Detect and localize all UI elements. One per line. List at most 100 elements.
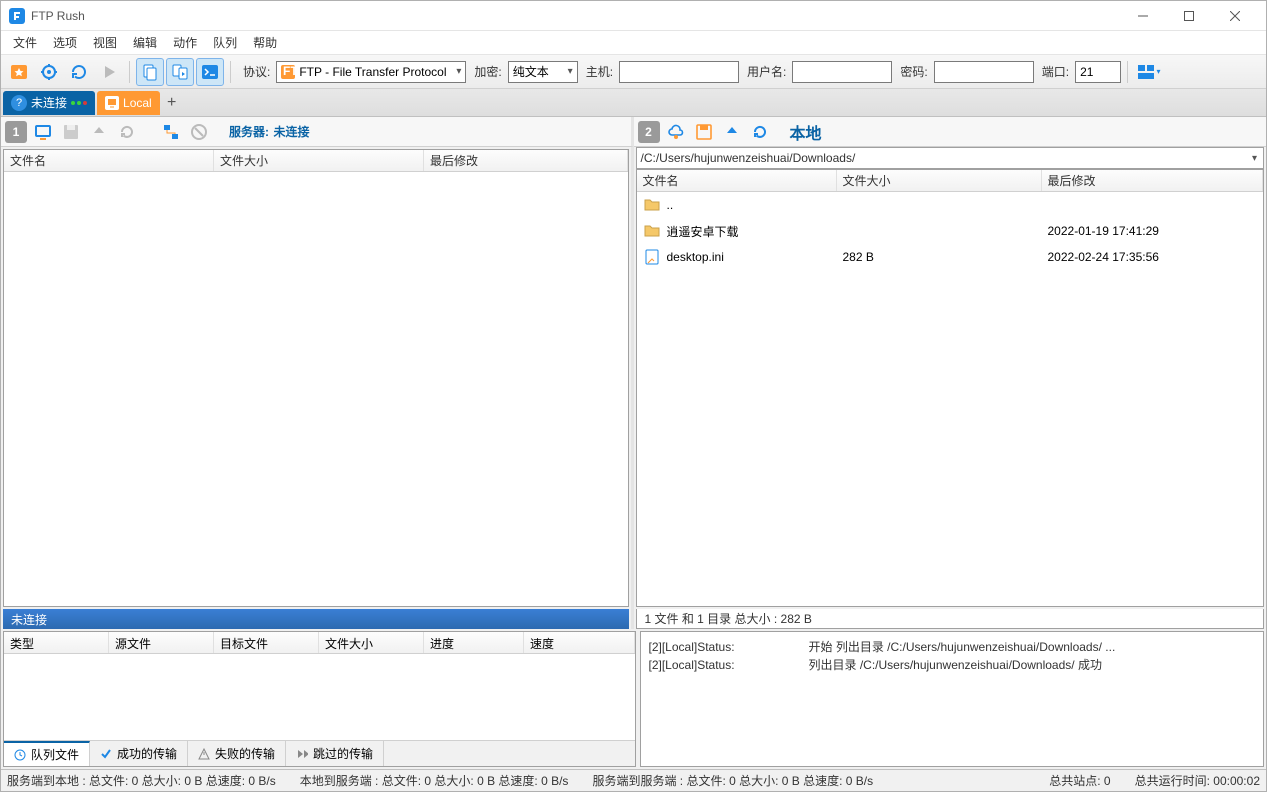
user-input[interactable] xyxy=(792,61,892,83)
queue-tabs: 队列文件 成功的传输 失败的传输 跳过的传输 xyxy=(4,740,635,766)
col-mod[interactable]: 最后修改 xyxy=(424,150,628,171)
qcol-size[interactable]: 文件大小 xyxy=(319,632,424,653)
right-file-list: 文件名 文件大小 最后修改 ..逍遥安卓下载2022-01-19 17:41:2… xyxy=(636,169,1265,607)
tab-local[interactable]: Local xyxy=(97,91,160,115)
qcol-src[interactable]: 源文件 xyxy=(109,632,214,653)
pane-number-2: 2 xyxy=(638,121,660,143)
svg-text:FTP: FTP xyxy=(283,65,295,78)
up-icon[interactable] xyxy=(87,120,111,144)
bottom-area: 类型 源文件 目标文件 文件大小 进度 速度 队列文件 成功的传输 失败的传输 … xyxy=(1,629,1266,769)
close-button[interactable] xyxy=(1212,1,1258,31)
tab-not-connected[interactable]: ? 未连接 xyxy=(3,91,95,115)
window-title: FTP Rush xyxy=(31,9,1120,23)
password-input[interactable] xyxy=(934,61,1034,83)
right-pane: /C:/Users/hujunwenzeishuai/Downloads/ 文件… xyxy=(634,147,1267,629)
status-l2s: 本地到服务端 : 总文件: 0 总大小: 0 B 总速度: 0 B/s xyxy=(300,772,569,789)
menu-options[interactable]: 选项 xyxy=(45,31,85,54)
right-list-header: 文件名 文件大小 最后修改 xyxy=(637,170,1264,192)
left-pane-title: 服务器: 未连接 xyxy=(229,123,309,141)
qcol-prog[interactable]: 进度 xyxy=(424,632,524,653)
terminal-button[interactable] xyxy=(196,58,224,86)
qcol-dst[interactable]: 目标文件 xyxy=(214,632,319,653)
cloud-icon[interactable] xyxy=(664,120,688,144)
sync-button[interactable] xyxy=(166,58,194,86)
save-icon[interactable] xyxy=(59,120,83,144)
play-button[interactable] xyxy=(95,58,123,86)
right-pane-title: 本地 xyxy=(790,120,822,144)
reload-icon[interactable] xyxy=(115,120,139,144)
status-s2l: 服务端到本地 : 总文件: 0 总大小: 0 B 总速度: 0 B/s xyxy=(7,772,276,789)
queue-box: 类型 源文件 目标文件 文件大小 进度 速度 队列文件 成功的传输 失败的传输 … xyxy=(3,631,636,767)
left-list-body[interactable] xyxy=(4,172,628,606)
menu-edit[interactable]: 编辑 xyxy=(125,31,165,54)
qtab-failed[interactable]: 失败的传输 xyxy=(188,741,286,766)
qtab-success[interactable]: 成功的传输 xyxy=(90,741,188,766)
encrypt-value: 纯文本 xyxy=(513,63,549,80)
right-summary: 1 文件 和 1 目录 总大小 : 282 B xyxy=(636,609,1265,629)
toolbar-sep xyxy=(230,61,231,83)
favorites-button[interactable] xyxy=(5,58,33,86)
qcol-speed[interactable]: 速度 xyxy=(524,632,635,653)
qtab-queue[interactable]: 队列文件 xyxy=(4,741,90,766)
main: 文件名 文件大小 最后修改 未连接 /C:/Users/hujunwenzeis… xyxy=(1,147,1266,629)
settings-button[interactable] xyxy=(35,58,63,86)
log-box[interactable]: [2][Local]Status:开始 列出目录 /C:/Users/hujun… xyxy=(640,631,1265,767)
qcol-type[interactable]: 类型 xyxy=(4,632,109,653)
cancel-icon[interactable] xyxy=(187,120,211,144)
menu-file[interactable]: 文件 xyxy=(5,31,45,54)
menu-help[interactable]: 帮助 xyxy=(245,31,285,54)
col-name[interactable]: 文件名 xyxy=(637,170,837,191)
list-item[interactable]: .. xyxy=(637,192,1264,218)
copy-button[interactable] xyxy=(136,58,164,86)
left-status: 未连接 xyxy=(3,609,629,629)
monitor-icon xyxy=(105,96,119,110)
save-icon[interactable] xyxy=(692,120,716,144)
list-item[interactable]: 逍遥安卓下载2022-01-19 17:41:29 xyxy=(637,218,1264,244)
up-icon[interactable] xyxy=(720,120,744,144)
minimize-button[interactable] xyxy=(1120,1,1166,31)
left-list-header: 文件名 文件大小 最后修改 xyxy=(4,150,628,172)
log-line: [2][Local]Status:列出目录 /C:/Users/hujunwen… xyxy=(649,656,1256,674)
queue-list[interactable] xyxy=(4,654,635,740)
left-file-list: 文件名 文件大小 最后修改 xyxy=(3,149,629,607)
path-input[interactable]: /C:/Users/hujunwenzeishuai/Downloads/ xyxy=(636,147,1265,169)
ftp-icon: FTP xyxy=(281,65,295,79)
toolbar: 协议: FTP FTP - File Transfer Protocol 加密:… xyxy=(1,55,1266,89)
network-icon[interactable] xyxy=(159,120,183,144)
col-size[interactable]: 文件大小 xyxy=(214,150,424,171)
col-size[interactable]: 文件大小 xyxy=(837,170,1042,191)
skip-icon xyxy=(296,748,308,760)
layout-button[interactable]: ▾ xyxy=(1134,58,1162,86)
menu-action[interactable]: 动作 xyxy=(165,31,205,54)
user-label: 用户名: xyxy=(747,63,786,80)
refresh-button[interactable] xyxy=(65,58,93,86)
right-list-body[interactable]: ..逍遥安卓下载2022-01-19 17:41:29desktop.ini28… xyxy=(637,192,1264,606)
log-line: [2][Local]Status:开始 列出目录 /C:/Users/hujun… xyxy=(649,638,1256,656)
toolbar-sep xyxy=(1127,61,1128,83)
status-uptime: 总共运行时间: 00:00:02 xyxy=(1135,772,1260,789)
host-input[interactable] xyxy=(619,61,739,83)
col-name[interactable]: 文件名 xyxy=(4,150,214,171)
left-pane: 文件名 文件大小 最后修改 未连接 xyxy=(1,147,634,629)
statusbar: 服务端到本地 : 总文件: 0 总大小: 0 B 总速度: 0 B/s 本地到服… xyxy=(1,769,1266,791)
encrypt-select[interactable]: 纯文本 xyxy=(508,61,578,83)
qtab-skipped[interactable]: 跳过的传输 xyxy=(286,741,384,766)
port-input[interactable] xyxy=(1075,61,1121,83)
monitor-icon[interactable] xyxy=(31,120,55,144)
titlebar: FTP Rush xyxy=(1,1,1266,31)
menu-view[interactable]: 视图 xyxy=(85,31,125,54)
protocol-select[interactable]: FTP FTP - File Transfer Protocol xyxy=(276,61,466,83)
tabstrip: ? 未连接 Local + xyxy=(1,89,1266,117)
reload-icon[interactable] xyxy=(748,120,772,144)
add-tab-button[interactable]: + xyxy=(162,94,182,112)
col-mod[interactable]: 最后修改 xyxy=(1042,170,1264,191)
tab-local-label: Local xyxy=(123,96,152,110)
list-item[interactable]: desktop.ini282 B2022-02-24 17:35:56 xyxy=(637,244,1264,270)
host-label: 主机: xyxy=(586,63,613,80)
clock-icon xyxy=(14,749,26,761)
menu-queue[interactable]: 队列 xyxy=(205,31,245,54)
encrypt-label: 加密: xyxy=(474,63,501,80)
maximize-button[interactable] xyxy=(1166,1,1212,31)
protocol-value: FTP - File Transfer Protocol xyxy=(299,65,446,79)
tab-nc-label: 未连接 xyxy=(31,94,67,111)
